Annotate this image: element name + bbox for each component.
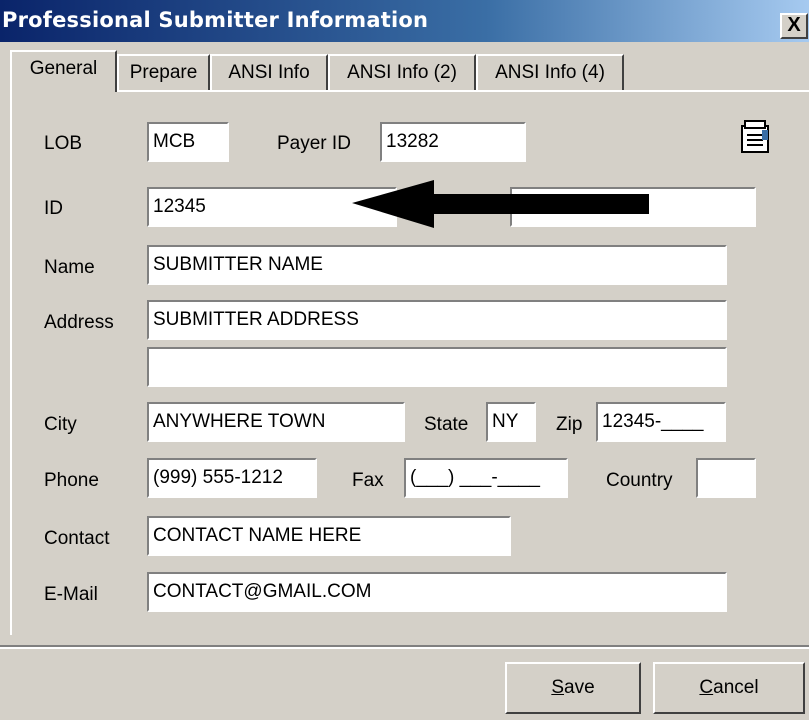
zip-label: Zip (556, 414, 583, 435)
contact-field[interactable]: CONTACT NAME HERE (147, 516, 511, 556)
tab-ansi-info-2[interactable]: ANSI Info (2) (328, 54, 476, 90)
phone-field[interactable]: (999) 555-1212 (147, 458, 317, 498)
payer-id-field[interactable]: 13282 (380, 122, 526, 162)
cancel-button[interactable]: Cancel (653, 662, 805, 714)
state-label: State (424, 414, 469, 435)
close-button[interactable]: X (780, 13, 808, 39)
country-field[interactable] (696, 458, 756, 498)
fax-field[interactable]: (___) ___-____ (404, 458, 568, 498)
state-field[interactable]: NY (486, 402, 536, 442)
separator-highlight (0, 647, 809, 649)
save-button[interactable]: Save (505, 662, 641, 714)
lob-field[interactable]: MCB (147, 122, 229, 162)
title-bar: Professional Submitter Information X (0, 0, 809, 42)
tab-general[interactable]: General (10, 50, 117, 92)
name-label: Name (44, 257, 95, 278)
save-label: ave (564, 677, 595, 698)
save-mnemonic: S (551, 677, 565, 698)
lob-label: LOB (44, 133, 83, 154)
address-label: Address (44, 312, 114, 333)
tab-prepare[interactable]: Prepare (117, 54, 210, 90)
country-label: Country (606, 470, 673, 491)
tab-ansi-info-4[interactable]: ANSI Info (4) (476, 54, 624, 90)
address-line1-field[interactable]: SUBMITTER ADDRESS (147, 300, 727, 340)
arrow-left-icon (352, 180, 649, 228)
cancel-label: ancel (713, 677, 759, 698)
id-label: ID (44, 198, 63, 219)
zip-field[interactable]: 12345-____ (596, 402, 726, 442)
contact-label: Contact (44, 528, 110, 549)
email-label: E-Mail (44, 584, 98, 605)
address-line2-field[interactable] (147, 347, 727, 387)
city-field[interactable]: ANYWHERE TOWN (147, 402, 405, 442)
tab-ansi-info[interactable]: ANSI Info (210, 54, 328, 90)
city-label: City (44, 414, 77, 435)
notepad-icon[interactable] (736, 118, 774, 156)
window-title: Professional Submitter Information (2, 8, 429, 32)
payer-id-label: Payer ID (277, 133, 351, 154)
fax-label: Fax (352, 470, 384, 491)
name-field[interactable]: SUBMITTER NAME (147, 245, 727, 285)
cancel-mnemonic: C (699, 677, 714, 698)
email-field[interactable]: CONTACT@GMAIL.COM (147, 572, 727, 612)
phone-label: Phone (44, 470, 99, 491)
